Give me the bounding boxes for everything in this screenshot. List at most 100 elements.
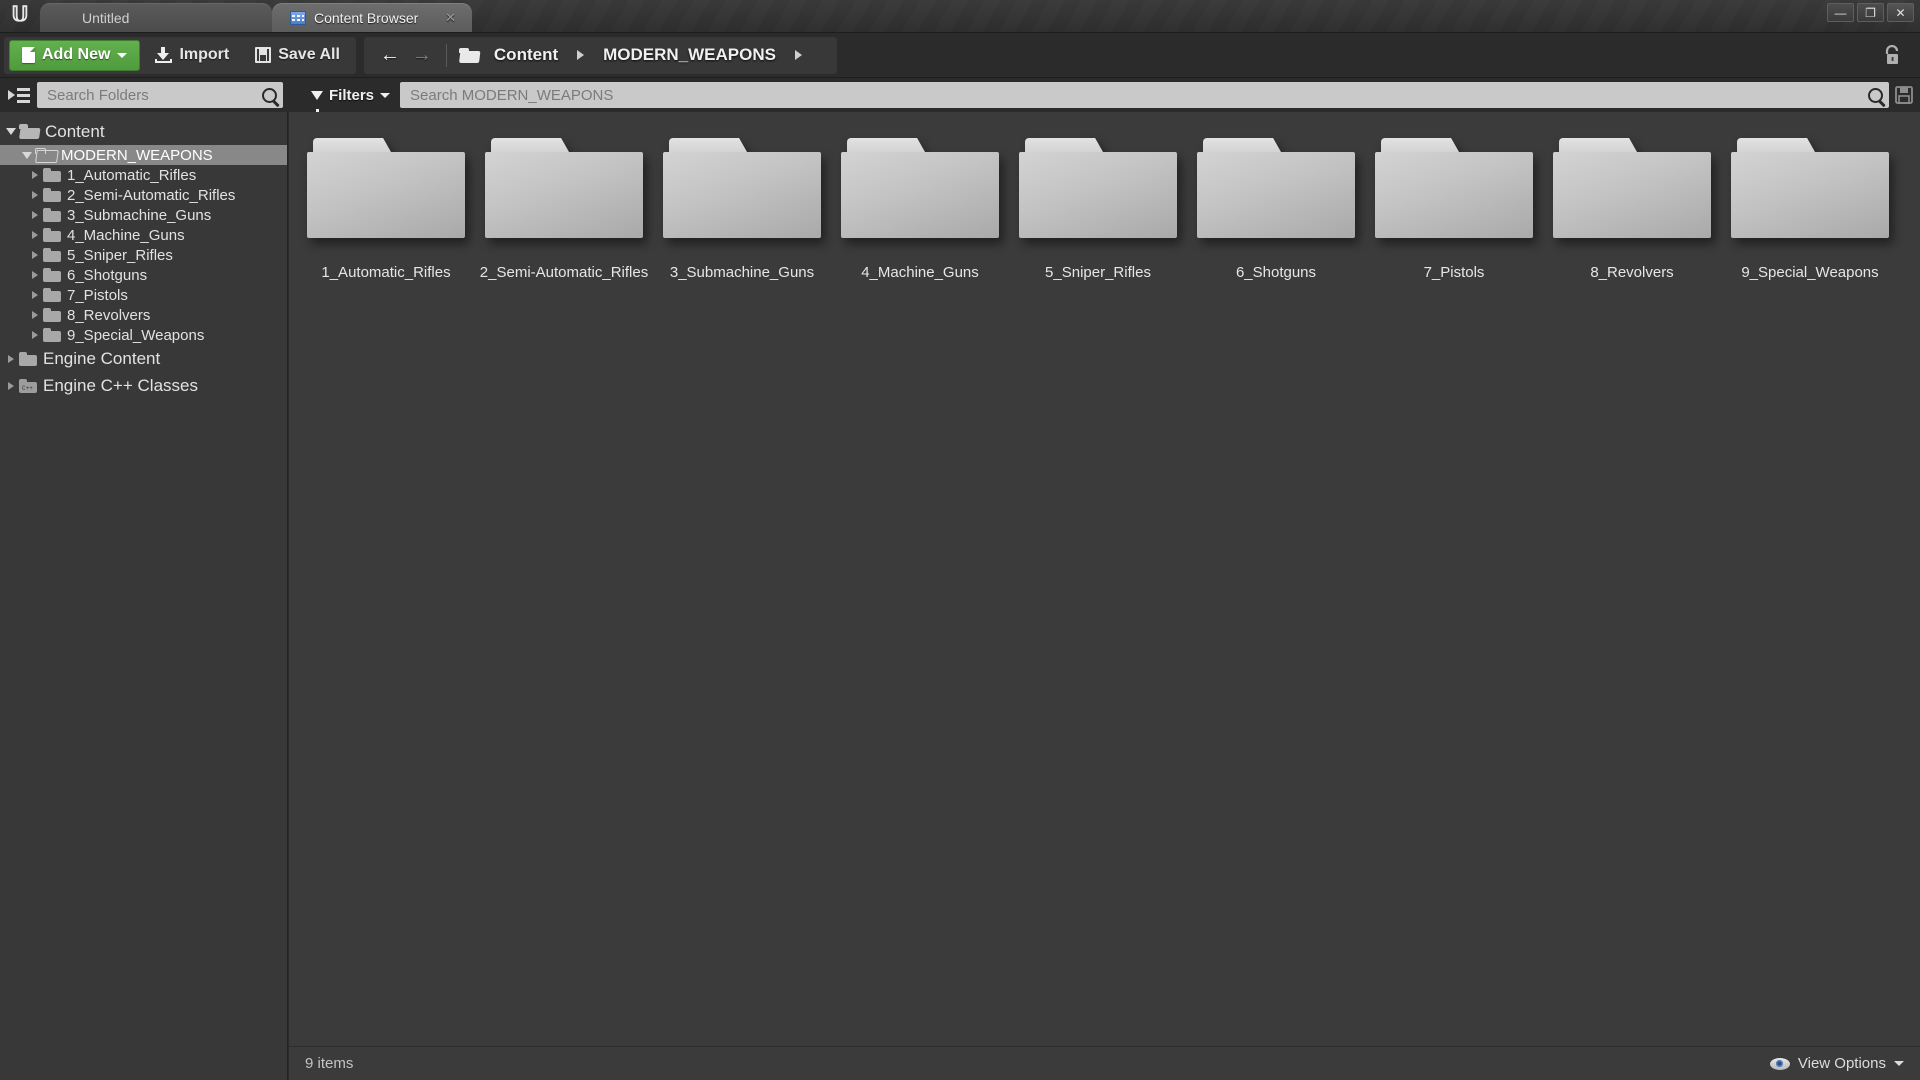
folder-thumbnail-icon — [841, 138, 999, 238]
tree-item-modern-weapons[interactable]: MODERN_WEAPONS — [0, 145, 287, 165]
folder-thumbnail-icon — [1731, 138, 1889, 238]
folder-tile-label: 1_Automatic_Rifles — [321, 264, 451, 281]
tree-item-4-machine-guns[interactable]: 4_Machine_Guns — [0, 225, 287, 245]
import-label: Import — [179, 46, 230, 63]
filter-funnel-icon — [311, 90, 323, 113]
folder-thumbnail-icon — [1197, 138, 1355, 238]
asset-grid-panel[interactable]: 1_Automatic_Rifles 2_Semi-Automatic_Rifle… — [289, 112, 1920, 1046]
view-options-button[interactable]: View Options — [1769, 1055, 1904, 1072]
breadcrumb-item-modern-weapons[interactable]: MODERN_WEAPONS — [603, 45, 776, 65]
tree-item-label: MODERN_WEAPONS — [61, 146, 213, 164]
floppy-disk-icon — [255, 47, 272, 63]
tree-item-content[interactable]: Content — [0, 118, 287, 145]
folder-tile-label: 7_Pistols — [1423, 264, 1485, 281]
open-folder-icon — [458, 47, 479, 63]
tree-item-label: 8_Revolvers — [67, 306, 151, 324]
filters-button[interactable]: Filters — [303, 82, 400, 113]
folder-tile[interactable]: 1_Automatic_Rifles — [297, 130, 475, 315]
tab-content-browser-label: Content Browser — [314, 9, 419, 26]
folder-tile[interactable]: 3_Submachine_Guns — [653, 130, 831, 315]
folder-thumbnail-icon — [1553, 138, 1711, 238]
tree-item-6-shotguns[interactable]: 6_Shotguns — [0, 265, 287, 285]
tab-untitled-label: Untitled — [82, 9, 130, 26]
tree-item-1-automatic-rifles[interactable]: 1_Automatic_Rifles — [0, 165, 287, 185]
open-folder-icon — [19, 124, 39, 139]
triangle-collapsed-icon[interactable] — [4, 354, 17, 363]
triangle-collapsed-icon[interactable] — [28, 191, 41, 199]
folder-icon — [43, 328, 61, 342]
triangle-collapsed-icon[interactable] — [28, 211, 41, 219]
restore-button[interactable]: ❐ — [1857, 3, 1884, 22]
triangle-collapsed-icon[interactable] — [28, 251, 41, 259]
folder-search-input[interactable]: Search Folders — [37, 82, 283, 108]
tree-item-engine-c-classes[interactable]: C++ Engine C++ Classes — [0, 372, 287, 399]
chevron-right-icon — [577, 50, 585, 60]
restore-icon: ❐ — [1865, 5, 1876, 20]
tree-item-8-revolvers[interactable]: 8_Revolvers — [0, 305, 287, 325]
triangle-collapsed-icon[interactable] — [28, 231, 41, 239]
folder-tile[interactable]: 9_Special_Weapons — [1721, 130, 1899, 315]
title-bar: 𝕌 Untitled Content Browser ✕ — ❐ ✕ — [0, 0, 1920, 33]
folder-icon — [43, 268, 61, 282]
minimize-button[interactable]: — — [1827, 3, 1854, 22]
tree-item-7-pistols[interactable]: 7_Pistols — [0, 285, 287, 305]
filters-label: Filters — [329, 86, 375, 104]
eye-icon — [1769, 1057, 1790, 1070]
triangle-expanded-icon[interactable] — [20, 151, 33, 159]
triangle-collapsed-icon[interactable] — [28, 171, 41, 179]
add-new-button[interactable]: Add New — [9, 39, 141, 71]
folder-tile[interactable]: 8_Revolvers — [1543, 130, 1721, 315]
folder-tile-label: 8_Revolvers — [1590, 264, 1674, 281]
status-bar: 9 items View Options — [289, 1046, 1920, 1080]
folder-icon — [43, 288, 61, 302]
tab-close-icon[interactable]: ✕ — [445, 11, 456, 24]
collapse-panel-icon[interactable] — [5, 84, 33, 106]
save-search-icon[interactable] — [1895, 86, 1913, 104]
folder-tile[interactable]: 2_Semi-Automatic_Rifles — [475, 130, 653, 315]
tree-item-engine-content[interactable]: Engine Content — [0, 345, 287, 372]
search-icon[interactable] — [1868, 87, 1883, 103]
triangle-collapsed-icon[interactable] — [28, 311, 41, 319]
triangle-collapsed-icon[interactable] — [28, 331, 41, 339]
folder-icon — [43, 208, 61, 222]
close-button[interactable]: ✕ — [1887, 3, 1914, 22]
folder-icon — [43, 308, 61, 322]
close-icon: ✕ — [1895, 5, 1906, 20]
back-button[interactable]: ← — [374, 40, 406, 71]
import-icon — [155, 47, 173, 63]
tree-item-label: Content — [45, 121, 105, 141]
triangle-collapsed-icon[interactable] — [28, 291, 41, 299]
forward-button[interactable]: → — [406, 40, 438, 71]
folder-tile[interactable]: 6_Shotguns — [1187, 130, 1365, 315]
triangle-collapsed-icon[interactable] — [4, 381, 17, 390]
tab-untitled[interactable]: Untitled — [40, 3, 272, 32]
tree-item-label: Engine Content — [43, 348, 161, 368]
triangle-collapsed-icon[interactable] — [28, 271, 41, 279]
breadcrumb: Content MODERN_WEAPONS — [455, 40, 827, 71]
tree-item-2-semi-automatic-rifles[interactable]: 2_Semi-Automatic_Rifles — [0, 185, 287, 205]
breadcrumb-item-content[interactable]: Content — [494, 45, 558, 65]
asset-search-input[interactable]: Search MODERN_WEAPONS — [400, 82, 1889, 108]
add-new-label: Add New — [42, 46, 111, 63]
tab-content-browser[interactable]: Content Browser ✕ — [272, 3, 472, 32]
search-icon[interactable] — [262, 87, 277, 103]
folder-tile[interactable]: 4_Machine_Guns — [831, 130, 1009, 315]
triangle-expanded-icon[interactable] — [4, 128, 17, 135]
tree-item-label: 5_Sniper_Rifles — [67, 246, 173, 264]
view-options-label: View Options — [1797, 1055, 1886, 1072]
folder-tile[interactable]: 5_Sniper_Rifles — [1009, 130, 1187, 315]
toolbar-actions-group: Add New Import Save All — [4, 36, 356, 74]
save-all-button[interactable]: Save All — [242, 40, 353, 71]
import-button[interactable]: Import — [142, 40, 242, 71]
tree-item-3-submachine-guns[interactable]: 3_Submachine_Guns — [0, 205, 287, 225]
new-document-icon — [22, 47, 35, 63]
tree-item-label: 1_Automatic_Rifles — [67, 166, 197, 184]
folder-tile[interactable]: 7_Pistols — [1365, 130, 1543, 315]
cpp-folder-icon: C++ — [19, 378, 37, 393]
unlocked-padlock-icon[interactable] — [1882, 45, 1902, 67]
tree-item-9-special-weapons[interactable]: 9_Special_Weapons — [0, 325, 287, 345]
search-row: Search Folders Filters Search MODERN_WEA… — [0, 78, 1920, 113]
content-browser-icon — [290, 10, 306, 25]
chevron-right-icon[interactable] — [794, 50, 802, 60]
tree-item-5-sniper-rifles[interactable]: 5_Sniper_Rifles — [0, 245, 287, 265]
